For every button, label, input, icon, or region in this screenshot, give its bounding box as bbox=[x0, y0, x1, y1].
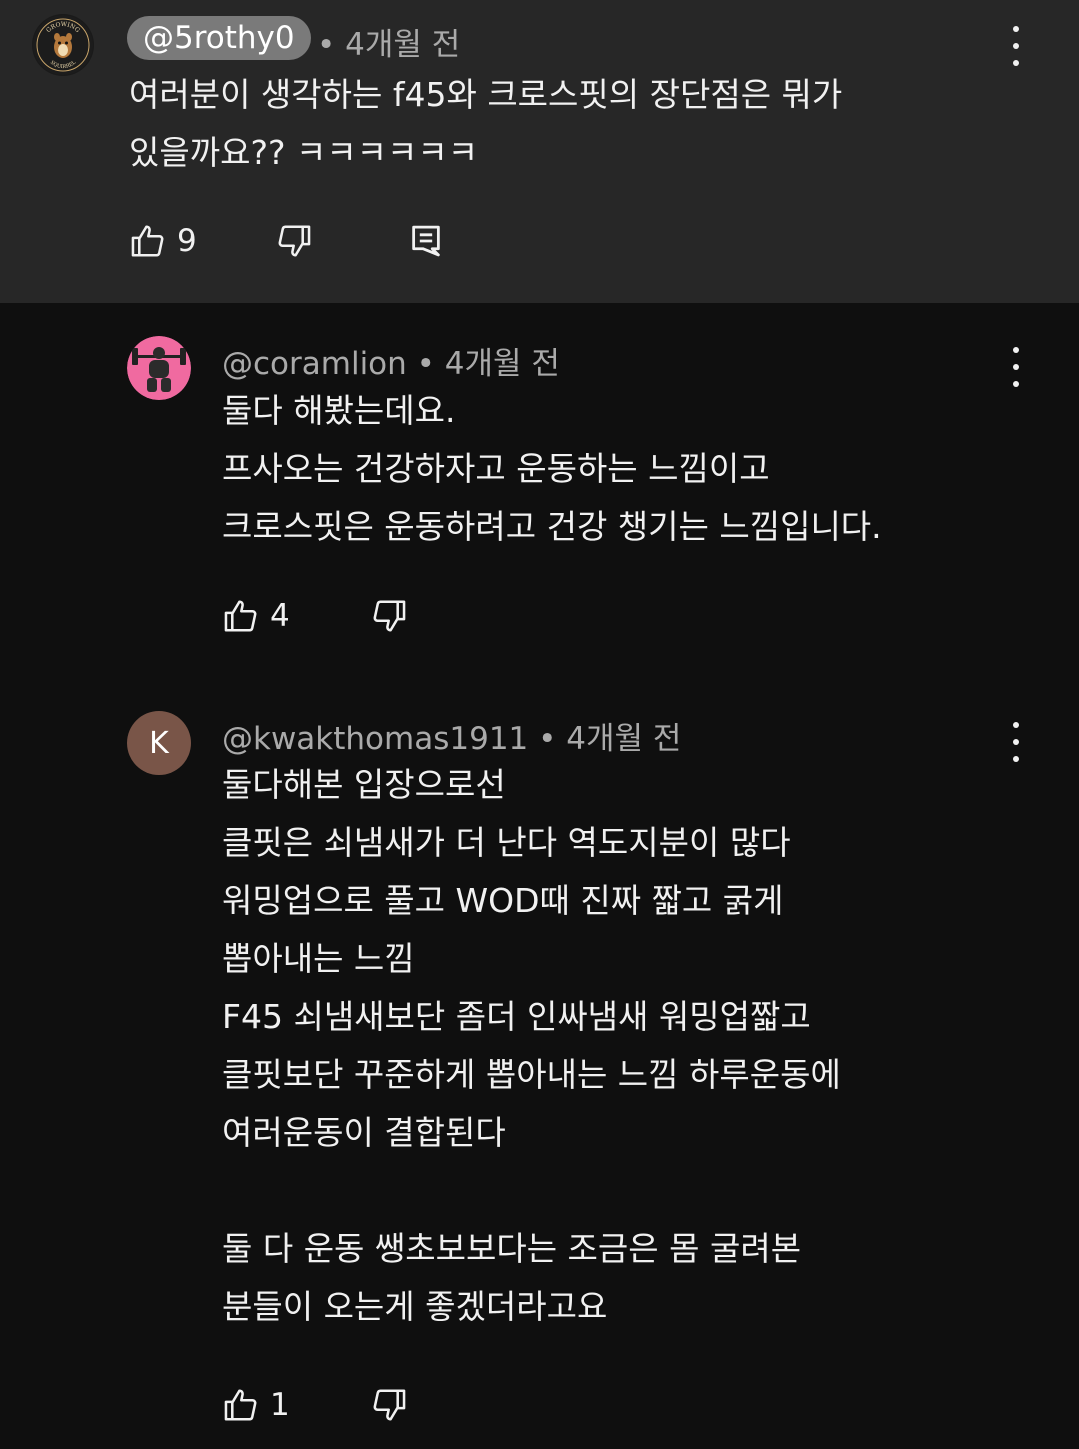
author-handle[interactable]: @kwakthomas1911 bbox=[222, 721, 528, 757]
dislike-button[interactable] bbox=[370, 1386, 408, 1424]
thumbs-down-icon bbox=[278, 225, 311, 257]
comment-timestamp[interactable]: • 4개월 전 bbox=[317, 19, 460, 64]
thumbs-up-icon bbox=[224, 1389, 257, 1421]
comment-meta: @kwakthomas1911 • 4개월 전 bbox=[222, 713, 681, 758]
like-count: 9 bbox=[177, 223, 197, 259]
more-options-icon[interactable] bbox=[1006, 26, 1026, 66]
thumbs-down-icon bbox=[373, 1389, 406, 1421]
thumbs-up-icon bbox=[131, 225, 164, 257]
comment-timestamp[interactable]: • 4개월 전 bbox=[417, 346, 560, 382]
comment-text: 여러분이 생각하는 f45와 크로스핏의 장단점은 뭐가 있을까요?? ㅋㅋㅋㅋ… bbox=[129, 75, 843, 172]
thumbs-up-icon bbox=[224, 600, 257, 632]
avatar[interactable]: GROWING SQUIRREL bbox=[32, 14, 94, 76]
more-options-icon[interactable] bbox=[1006, 347, 1026, 387]
like-count: 1 bbox=[270, 1387, 290, 1423]
reply-button[interactable] bbox=[409, 222, 443, 260]
like-button[interactable]: 9 bbox=[129, 222, 197, 260]
growing-squirrel-logo-icon: GROWING SQUIRREL bbox=[33, 15, 93, 75]
dislike-button[interactable] bbox=[275, 222, 313, 260]
comment-text: 둘다해본 입장으로선 클핏은 쇠냄새가 더 난다 역도지분이 많다 워밍업으로 … bbox=[222, 765, 841, 1326]
more-options-icon[interactable] bbox=[1006, 722, 1026, 762]
avatar[interactable]: K bbox=[127, 711, 191, 775]
comment-timestamp[interactable]: • 4개월 전 bbox=[538, 721, 681, 757]
dislike-button[interactable] bbox=[370, 597, 408, 635]
author-handle[interactable]: @coramlion bbox=[222, 346, 407, 382]
like-button[interactable]: 1 bbox=[222, 1386, 290, 1424]
reply-comment-icon bbox=[412, 225, 440, 257]
lifter-avatar-icon bbox=[127, 336, 191, 400]
like-button[interactable]: 4 bbox=[222, 597, 290, 635]
thumbs-down-icon bbox=[373, 600, 406, 632]
comment-meta: @coramlion • 4개월 전 bbox=[222, 338, 560, 383]
author-handle-badge[interactable]: @5rothy0 bbox=[127, 16, 311, 60]
highlighted-comment: GROWING SQUIRREL @5rothy0 • 4개월 전 여러분이 생… bbox=[0, 0, 1079, 303]
like-count: 4 bbox=[270, 598, 290, 634]
avatar[interactable] bbox=[127, 336, 191, 400]
comment-text: 둘다 해봤는데요. 프사오는 건강하자고 운동하는 느낌이고 크로스핏은 운동하… bbox=[222, 391, 882, 546]
